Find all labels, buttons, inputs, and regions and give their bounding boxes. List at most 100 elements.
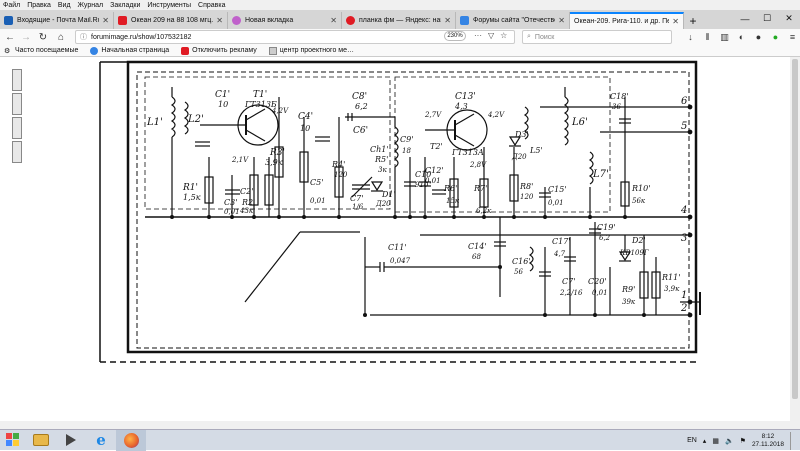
label-r9-value: 39к — [622, 298, 636, 306]
minimize-icon[interactable]: — — [734, 10, 756, 27]
label-r6-value: 15к — [446, 197, 460, 205]
label-c18: C18' — [610, 92, 629, 101]
flag-icon[interactable]: ⚑ — [740, 437, 746, 445]
clock[interactable]: 8:12 27.11.2018 — [752, 433, 784, 449]
close-tab-icon[interactable]: ✕ — [558, 16, 565, 25]
menu-file[interactable]: Файл — [3, 2, 20, 9]
label-c8: C8' — [352, 92, 367, 102]
menu-history[interactable]: Журнал — [78, 2, 104, 9]
label-c12: C12' — [425, 166, 444, 175]
label-voltage-27: 2,7V — [424, 111, 442, 119]
label-r10: R10' — [631, 184, 650, 193]
tray-arrow-icon[interactable]: ▴ — [703, 437, 707, 445]
label-c12-value: 0,01 — [425, 177, 441, 185]
show-desktop-button[interactable] — [790, 431, 794, 450]
close-tab-icon[interactable]: ✕ — [672, 17, 679, 26]
close-tab-icon[interactable]: ✕ — [444, 16, 451, 25]
tab-label: Новая вкладка — [245, 17, 294, 24]
label-d1: D1' — [381, 190, 396, 199]
volume-icon[interactable]: 🔈 — [725, 437, 734, 445]
download-icon[interactable]: ↓ — [684, 30, 697, 44]
maximize-icon[interactable]: ☐ — [756, 10, 778, 27]
firefox-icon[interactable] — [116, 429, 146, 451]
close-tab-icon[interactable]: ✕ — [216, 16, 223, 25]
network-icon[interactable]: ▦ — [712, 437, 719, 445]
label-c14: C14' — [468, 242, 487, 251]
tab-new[interactable]: Новая вкладка ✕ — [228, 12, 342, 29]
sidebar-icon[interactable]: ▥ — [718, 30, 731, 44]
gear-icon: ⚙ — [4, 47, 11, 55]
menu-edit[interactable]: Правка — [27, 2, 51, 9]
internet-explorer-icon[interactable]: e — [86, 430, 116, 451]
label-d2: D2' — [631, 236, 646, 245]
menu-bookmarks[interactable]: Закладки — [110, 2, 140, 9]
pocket-icon[interactable]: ▽ — [488, 31, 494, 40]
tab-forums[interactable]: Форумы сайта "Отечественн… ✕ — [456, 12, 570, 29]
info-icon[interactable]: ⓘ — [80, 32, 87, 42]
url-text: forumimage.ru/show/107532182 — [91, 33, 192, 41]
label-t2-type: ГТ313А — [451, 148, 484, 157]
tab-bar: Входящие - Почта Mail.Ru ✕ Океан 209 на … — [0, 10, 800, 29]
media-player-icon[interactable] — [56, 430, 86, 451]
label-r1-value: 1,5к — [183, 193, 201, 202]
bookmark-label: центр проектного ме… — [279, 47, 355, 54]
language-indicator[interactable]: EN — [687, 437, 697, 444]
library-icon[interactable]: ⫴ — [701, 30, 714, 44]
label-r5-value: 3к — [378, 166, 387, 174]
label-c6: C6' — [353, 126, 368, 136]
windows-logo-icon — [6, 433, 19, 446]
bookmark-disable-ads[interactable]: Отключить рекламу — [181, 46, 257, 55]
search-placeholder: Поиск — [534, 33, 555, 41]
label-c7b: C7' — [562, 277, 575, 286]
menu-icon[interactable]: ≡ — [786, 30, 799, 44]
close-tab-icon[interactable]: ✕ — [330, 16, 337, 25]
label-r7: R7' — [473, 184, 487, 193]
home-icon[interactable]: ⌂ — [54, 30, 68, 44]
extension-icon[interactable]: ● — [752, 30, 765, 44]
label-r3-value: 3,9к — [265, 158, 283, 167]
page-content: L1' L2' C1' 10 T1' ГТ313Б 4,2V 2,1V R3' … — [0, 57, 800, 429]
tab-yandex[interactable]: планка фм — Яндекс: нашло… ✕ — [342, 12, 456, 29]
bookmark-most-visited[interactable]: ⚙ Часто посещаемые — [4, 47, 78, 55]
mail-favicon-icon — [4, 16, 13, 25]
new-tab-button[interactable]: + — [684, 12, 702, 29]
tab-ocean-209[interactable]: Океан-209. Рига-110. и др. Перес… ✕ — [570, 12, 684, 29]
label-ch1: Сh1' — [370, 145, 389, 154]
explorer-icon[interactable] — [26, 430, 56, 451]
label-c17: C17' — [552, 237, 571, 246]
menu-help[interactable]: Справка — [198, 2, 225, 9]
tab-mail[interactable]: Входящие - Почта Mail.Ru ✕ — [0, 12, 114, 29]
more-actions-icon[interactable]: ··· — [474, 31, 482, 40]
bookmark-project-center[interactable]: центр проектного ме… — [268, 46, 355, 55]
label-c20: C20' — [588, 277, 607, 286]
zoom-level[interactable]: 230% — [444, 31, 466, 41]
menu-tools[interactable]: Инструменты — [147, 2, 191, 9]
firefox-favicon-icon — [232, 16, 241, 25]
bookmark-start-page[interactable]: Начальная страница — [90, 46, 169, 55]
label-c4-value: 10 — [300, 124, 310, 133]
addon-icon[interactable]: ◐ — [735, 30, 748, 44]
horizontal-scrollbar[interactable] — [0, 421, 790, 429]
label-l5: L5' — [529, 146, 543, 155]
search-input[interactable]: ⌕ Поиск — [522, 30, 672, 44]
start-button[interactable] — [0, 430, 26, 451]
extension-green-icon[interactable]: ● — [769, 30, 782, 44]
bookmark-label: Часто посещаемые — [15, 47, 79, 54]
taskbar: e EN ▴ ▦ 🔈 ⚑ 8:12 27.11.2018 — [0, 429, 800, 451]
label-r2-value: 43к — [239, 207, 254, 215]
forward-icon[interactable]: → — [19, 30, 33, 44]
bookmark-star-icon[interactable]: ☆ — [500, 31, 507, 40]
back-icon[interactable]: ← — [3, 30, 17, 44]
label-c14-value: 68 — [472, 253, 481, 261]
label-c4: C4' — [298, 112, 313, 122]
label-r5: R5' — [374, 155, 388, 164]
close-window-icon[interactable]: ✕ — [778, 10, 800, 27]
bookmarks-bar: ⚙ Часто посещаемые Начальная страница От… — [0, 45, 800, 57]
window-controls: — ☐ ✕ — [734, 10, 800, 27]
label-c16: C16' — [512, 257, 531, 266]
vertical-scrollbar[interactable] — [790, 57, 800, 429]
close-tab-icon[interactable]: ✕ — [102, 16, 109, 25]
menu-view[interactable]: Вид — [58, 2, 71, 9]
reload-icon[interactable]: ↻ — [36, 30, 50, 44]
tab-ocean-youtube[interactable]: Океан 209 на 88 108 мгц. Без … ✕ — [114, 12, 228, 29]
